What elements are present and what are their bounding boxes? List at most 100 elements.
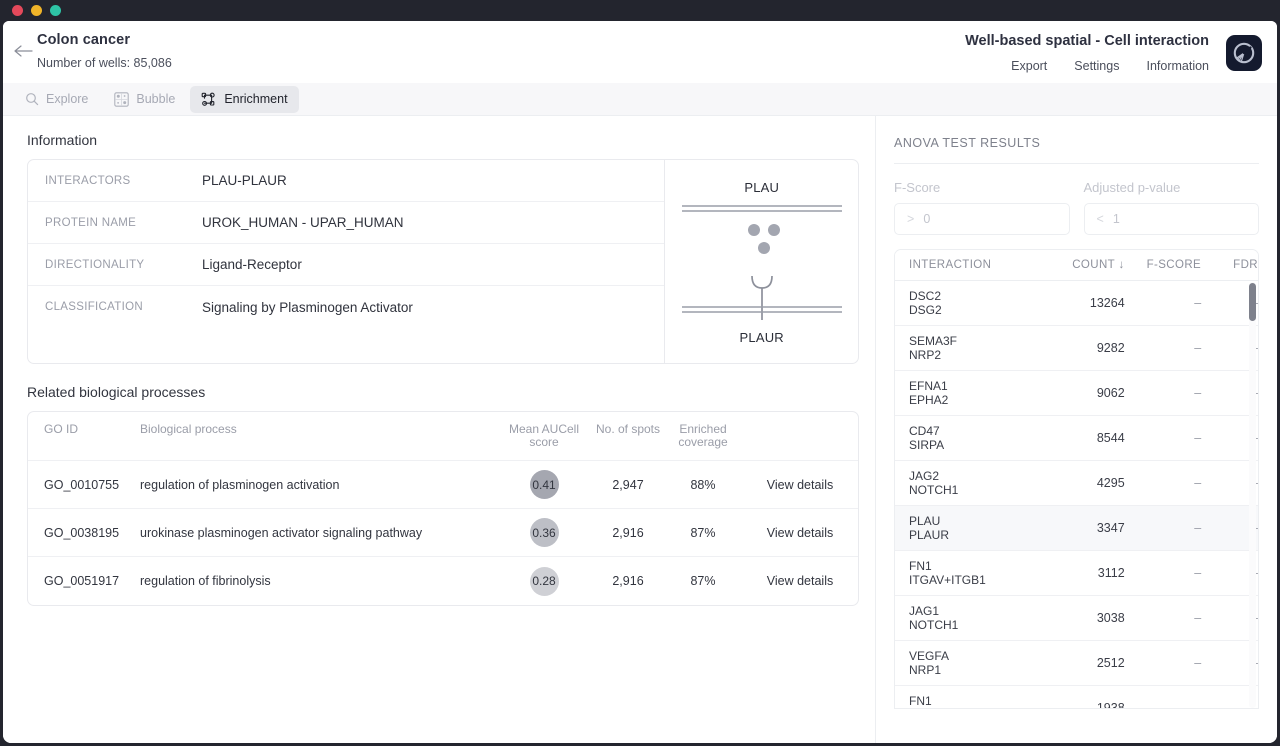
cell-fscore: – [1125,656,1201,670]
receptor-name: NRP1 [909,663,1048,678]
table-row[interactable]: FN1ITGA5+ITGB11938–– [895,686,1258,709]
view-details-link[interactable]: View details [744,574,856,588]
cell-score: 0.28 [494,567,594,596]
cell-interaction: JAG2NOTCH1 [895,469,1048,498]
table-row[interactable]: JAG1NOTCH13038–– [895,596,1258,641]
info-value: Ligand-Receptor [202,257,302,272]
anova-results-pane: ANOVA TEST RESULTS F-Score > 0 Adjusted … [875,116,1277,743]
cell-coverage: 87% [662,574,744,588]
view-details-link[interactable]: View details [744,526,856,540]
cell-score: 0.36 [494,518,594,547]
column-header-count[interactable]: COUNT ↓ [1048,259,1124,271]
table-row[interactable]: EFNA1EPHA29062–– [895,371,1258,416]
cell-count: 9062 [1048,386,1124,400]
window-titlebar [0,0,1280,21]
table-row[interactable]: VEGFANRP12512–– [895,641,1258,686]
receptor-name: ITGA5+ITGB1 [909,708,1048,709]
app-logo-icon[interactable] [1226,35,1262,71]
anova-filters: F-Score > 0 Adjusted p-value < 1 [894,180,1259,235]
view-details-link[interactable]: View details [744,478,856,492]
cell-interaction: JAG1NOTCH1 [895,604,1048,633]
table-row[interactable]: GO_0010755 regulation of plasminogen act… [28,461,858,509]
header-link-settings[interactable]: Settings [1074,59,1119,73]
tab-bubble-label: Bubble [136,92,175,106]
cell-interaction: CD47SIRPA [895,424,1048,453]
tab-enrichment-label: Enrichment [224,92,287,106]
table-row[interactable]: PLAUPLAUR3347–– [895,506,1258,551]
anova-table-header: INTERACTION COUNT ↓ F-SCORE FDR [895,250,1258,281]
info-label: INTERACTORS [45,175,202,187]
table-row[interactable]: GO_0038195 urokinase plasminogen activat… [28,509,858,557]
cell-count: 3038 [1048,611,1124,625]
tab-enrichment[interactable]: Enrichment [190,86,298,113]
ligand-name: DSC2 [909,289,1048,304]
table-row[interactable]: FN1ITGAV+ITGB13112–– [895,551,1258,596]
fscore-placeholder: 0 [923,212,930,226]
window-close-button[interactable] [12,5,23,16]
information-section-title: Information [27,132,859,148]
cell-fscore: – [1125,611,1201,625]
header-right: Well-based spatial - Cell interaction Ex… [965,33,1209,73]
left-content-pane: Information INTERACTORS PLAU-PLAUR PROTE… [3,116,875,743]
ligand-name: JAG1 [909,604,1048,619]
ligand-name: VEGFA [909,649,1048,664]
cell-count: 8544 [1048,431,1124,445]
cell-interaction: FN1ITGA5+ITGB1 [895,694,1048,710]
ligand-name: CD47 [909,424,1048,439]
cell-count: 9282 [1048,341,1124,355]
ligand-name: FN1 [909,559,1048,574]
filter-fscore: F-Score > 0 [894,180,1070,235]
cell-go-id: GO_0051917 [28,574,140,588]
cell-fscore: – [1125,701,1201,709]
info-row-directionality: DIRECTIONALITY Ligand-Receptor [28,244,664,286]
score-badge: 0.41 [530,470,559,499]
receptor-name: ITGAV+ITGB1 [909,573,1048,588]
anova-scrollbar-track[interactable] [1249,282,1256,708]
table-row[interactable]: GO_0051917 regulation of fibrinolysis 0.… [28,557,858,605]
back-arrow-icon[interactable] [12,42,34,60]
filter-pvalue: Adjusted p-value < 1 [1084,180,1260,235]
search-icon [25,92,39,106]
anova-title: ANOVA TEST RESULTS [894,136,1259,164]
window-maximize-button[interactable] [50,5,61,16]
cell-count: 3347 [1048,521,1124,535]
anova-scrollbar-thumb[interactable] [1249,283,1256,321]
header-link-export[interactable]: Export [1011,59,1047,73]
fscore-input[interactable]: > 0 [894,203,1070,235]
info-label: PROTEIN NAME [45,217,202,229]
info-label: DIRECTIONALITY [45,259,202,271]
table-row[interactable]: SEMA3FNRP29282–– [895,326,1258,371]
header-link-information[interactable]: Information [1146,59,1209,73]
cell-fscore: – [1125,341,1201,355]
cell-count: 2512 [1048,656,1124,670]
bubble-grid-icon [114,92,129,107]
pvalue-input[interactable]: < 1 [1084,203,1260,235]
cell-interaction: SEMA3FNRP2 [895,334,1048,363]
biological-processes-card: GO ID Biological process Mean AUCell sco… [27,411,859,606]
table-row[interactable]: JAG2NOTCH14295–– [895,461,1258,506]
biological-processes-section: Related biological processes GO ID Biolo… [27,384,859,606]
cell-coverage: 88% [662,478,744,492]
info-value: UROK_HUMAN - UPAR_HUMAN [202,215,404,230]
table-row[interactable]: DSC2DSG213264–– [895,281,1258,326]
page-subtitle: Number of wells: 85,086 [37,56,172,70]
cell-interaction: DSC2DSG2 [895,289,1048,318]
cell-go-id: GO_0010755 [28,478,140,492]
column-header-interaction: INTERACTION [895,259,1048,271]
cell-coverage: 87% [662,526,744,540]
ligand-name: EFNA1 [909,379,1048,394]
table-row[interactable]: CD47SIRPA8544–– [895,416,1258,461]
tab-bubble[interactable]: Bubble [103,86,186,113]
cell-interaction: FN1ITGAV+ITGB1 [895,559,1048,588]
info-row-protein-name: PROTEIN NAME UROK_HUMAN - UPAR_HUMAN [28,202,664,244]
filter-fscore-label: F-Score [894,180,1070,195]
cell-fscore: – [1125,296,1201,310]
column-header-fdr: FDR [1201,259,1258,271]
ligand-name: PLAU [909,514,1048,529]
pvalue-operator: < [1097,212,1104,226]
cell-interaction: EFNA1EPHA2 [895,379,1048,408]
window-minimize-button[interactable] [31,5,42,16]
cell-count: 4295 [1048,476,1124,490]
tab-explore[interactable]: Explore [14,86,99,113]
score-badge: 0.28 [530,567,559,596]
